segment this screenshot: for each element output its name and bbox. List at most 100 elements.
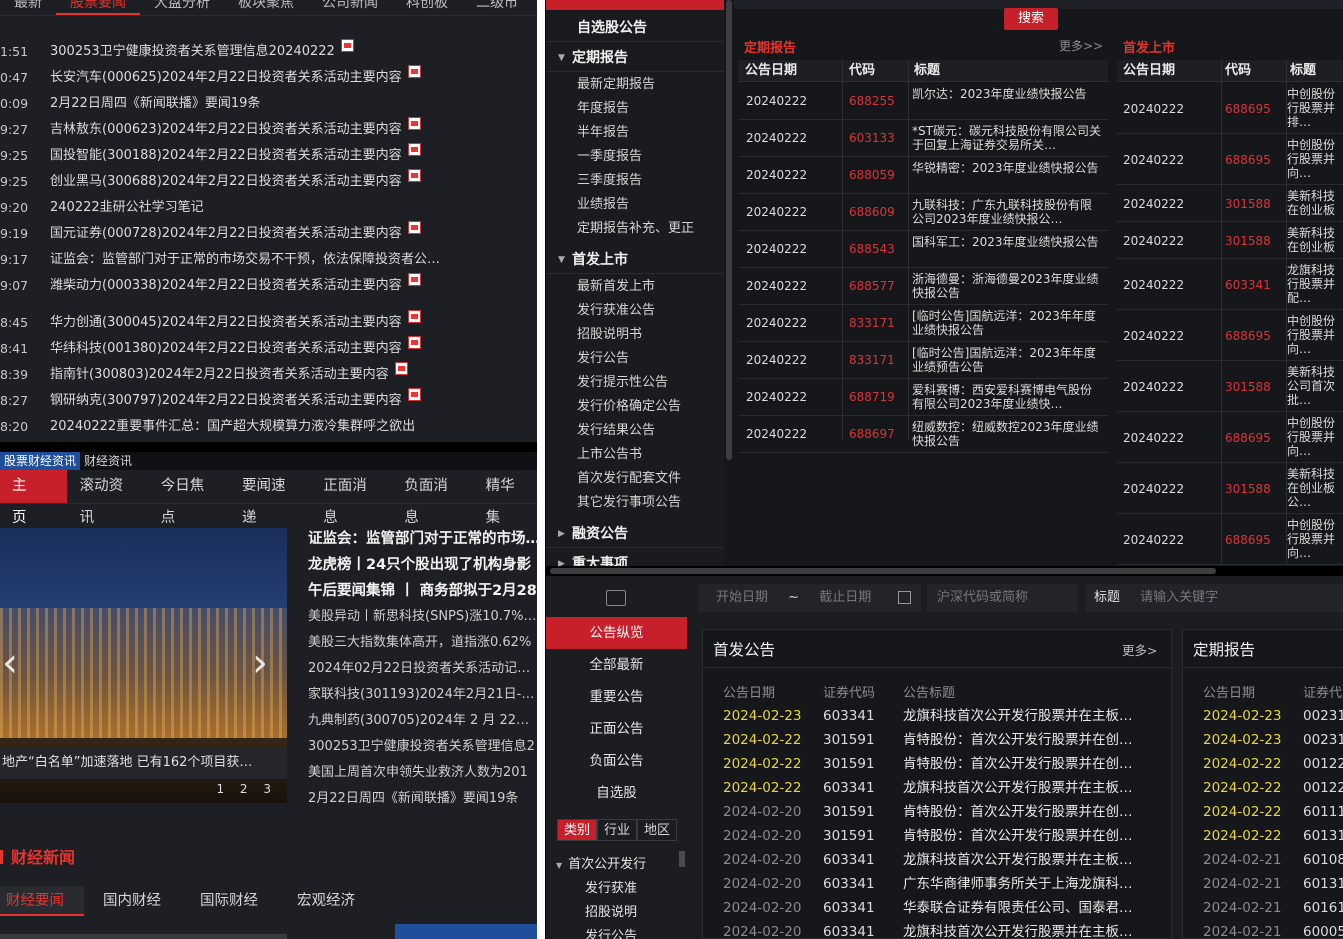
row-title[interactable]: [临时公告]国航远洋：2023年年度业绩预告公告 [912, 346, 1102, 375]
panel-scrollbar[interactable] [537, 452, 545, 939]
search-button[interactable]: 搜索 [1004, 8, 1058, 30]
row-code[interactable]: 301588 [1225, 482, 1271, 496]
news-tab[interactable]: 板块聚焦 [224, 0, 308, 15]
row-code[interactable]: 603341 [823, 872, 875, 896]
col-date[interactable]: 公告日期 [1123, 60, 1175, 82]
row-code[interactable]: 00231 [1303, 728, 1343, 752]
table-row[interactable]: 20240222 301588 美新科技公司首次批… [1117, 361, 1343, 412]
tree-item[interactable]: 发行公告 [585, 925, 637, 939]
tree-item[interactable]: 定期报告补充、更正 [577, 217, 694, 241]
news-title[interactable]: 2月22日周四《新闻联播》要闻19条 [50, 91, 260, 117]
tree-item[interactable]: 招股说明 [585, 901, 637, 920]
tree-item[interactable]: 最新首发上市 [577, 275, 655, 299]
row-code[interactable]: 603341 [823, 776, 875, 800]
tree-item[interactable]: 上市公告书 [577, 443, 642, 467]
row-title[interactable]: 龙旗科技首次公开发行股票并在主板… [903, 920, 1165, 939]
row-code[interactable]: 301588 [1225, 234, 1271, 248]
list-item[interactable]: 8:20 20240222重要事件汇总：国产超大规模算力液冷集群呼之欲出 [0, 414, 540, 440]
tree-item[interactable]: 发行结果公告 [577, 419, 655, 443]
table-row[interactable]: 20240222 301588 美新科技在创业板 [1117, 185, 1343, 222]
news-title[interactable]: 潍柴动力(000338)2024年2月22日投资者关系活动主要内容 [50, 273, 402, 299]
row-title[interactable]: 华泰联合证券有限责任公司、国泰君… [903, 896, 1165, 920]
keyword-field[interactable]: 标题 请输入关键字 [1086, 584, 1343, 612]
tree-item-announcement-home[interactable] [546, 0, 724, 10]
tree-section[interactable]: 自选股公告 [546, 14, 724, 42]
pdf-icon[interactable] [407, 143, 421, 156]
finance-subtab[interactable]: 宏观经济 [297, 886, 375, 916]
row-code[interactable]: 60161 [1303, 896, 1343, 920]
horizontal-scrollbar[interactable] [548, 566, 1343, 576]
finance-nav-item[interactable]: 要闻速递 [229, 470, 310, 526]
news-title[interactable]: 创业黑马(300688)2024年2月22日投资者关系活动主要内容 [50, 169, 402, 195]
more-link[interactable]: 更多> [1122, 640, 1157, 659]
list-item[interactable]: 9:19 国元证券(000728)2024年2月22日投资者关系活动主要内容 [0, 221, 540, 247]
tab-finance[interactable]: 财经资讯 [80, 452, 136, 470]
tree-item[interactable]: 招股说明书 [577, 323, 642, 347]
news-title[interactable]: 吉林敖东(000623)2024年2月22日投资者关系活动主要内容 [50, 117, 402, 143]
table-row[interactable]: 2024-02-20 603341 龙旗科技首次公开发行股票并在主板… [703, 920, 1173, 939]
tree-item[interactable]: 发行提示性公告 [577, 371, 668, 395]
table-row[interactable]: 20240222 688697 纽威数控：纽威数控2023年度业绩快报公告 [738, 416, 1108, 453]
tree-section[interactable]: ▼ 定期报告 [546, 44, 724, 72]
table-row[interactable]: 2024-02-20 603341 华泰联合证券有限责任公司、国泰君… [703, 896, 1173, 920]
table-row[interactable]: 2024-02-20 603341 龙旗科技首次公开发行股票并在主板… [703, 848, 1173, 872]
calendar-icon[interactable] [898, 591, 911, 604]
table-row[interactable]: 20240222 688719 爱科赛博：西安爱科赛博电气股份有限公司2023年度业… [738, 379, 1108, 416]
list-item[interactable]: 8:39 指南针(300803)2024年2月22日投资者关系活动主要内容 [0, 362, 540, 388]
row-title[interactable]: 华锐精密：2023年度业绩快报公告 [912, 161, 1102, 190]
row-code[interactable]: 688609 [849, 205, 895, 219]
side-menu-item[interactable]: 负面公告 [546, 745, 687, 777]
row-code[interactable]: 688695 [1225, 102, 1271, 116]
table-row[interactable]: 20240222 603341 龙旗科技行股票并配… [1117, 259, 1343, 310]
row-title[interactable]: 肯特股份：首次公开发行股票并在创… [903, 728, 1165, 752]
list-item[interactable]: 9:25 创业黑马(300688)2024年2月22日投资者关系活动主要内容 [0, 169, 540, 195]
table-row[interactable]: 20240222 301588 美新科技在创业板 [1117, 222, 1343, 259]
horizontal-scrollbar[interactable] [0, 934, 287, 939]
list-item[interactable]: 9:25 国投智能(300188)2024年2月22日投资者关系活动主要内容 [0, 143, 540, 169]
row-code[interactable]: 688695 [1225, 329, 1271, 343]
news-title[interactable]: 华力创通(300045)2024年2月22日投资者关系活动主要内容 [50, 310, 402, 336]
headline-bold[interactable]: 午后要闻集锦 丨 商务部拟于2月28 [308, 578, 540, 604]
row-title[interactable]: 美新科技公司首次批… [1287, 365, 1343, 410]
tab-stock-finance[interactable]: 股票财经资讯 [0, 452, 81, 470]
table-row[interactable]: 2024-02-20 301591 肯特股份：首次公开发行股票并在创… [703, 824, 1173, 848]
date-range-picker[interactable]: 开始日期 ~ 截止日期 [698, 584, 921, 612]
row-title[interactable]: 凯尔达：2023年度业绩快报公告 [912, 87, 1102, 116]
row-title[interactable]: 爱科赛博：西安爱科赛博电气股份有限公司2023年度业绩快… [912, 383, 1102, 412]
row-title[interactable]: 龙旗科技行股票并配… [1287, 263, 1343, 308]
row-code[interactable]: 688255 [849, 94, 895, 108]
table-row[interactable]: 2024-02-22 60131 [1183, 824, 1343, 848]
headline[interactable]: 九典制药(300705)2024年 2 月 22日投 [308, 708, 540, 734]
row-code[interactable]: 688577 [849, 279, 895, 293]
start-date-field[interactable]: 开始日期 [716, 590, 768, 605]
table-row[interactable]: 20240222 688059 华锐精密：2023年度业绩快报公告 [738, 157, 1108, 194]
row-title[interactable]: 肯特股份：首次公开发行股票并在创… [903, 752, 1165, 776]
chevron-left-icon[interactable]: ‹ [2, 643, 18, 683]
headline[interactable]: 2024年02月22日投资者关系活动记录表 [308, 656, 540, 682]
row-code[interactable]: 00122 [1303, 776, 1343, 800]
headline[interactable]: 家联科技(301193)2024年2月21日-2月 [308, 682, 540, 708]
pdf-icon[interactable] [407, 273, 421, 286]
list-item[interactable]: 9:20 240222韭研公社学习笔记 [0, 195, 540, 221]
row-code[interactable]: 301591 [823, 824, 875, 848]
hero-caption[interactable]: 地产“白名单”加速落地 已有162个项目获… [0, 747, 287, 779]
tree-item[interactable]: 发行获准 [585, 877, 637, 896]
table-row[interactable]: 2024-02-22 00122 [1183, 776, 1343, 800]
headline-bold[interactable]: 龙虎榜丨24只个股出现了机构身影 [308, 552, 540, 578]
row-title[interactable]: 中创股份行股票并向… [1287, 518, 1343, 563]
pdf-icon[interactable] [407, 169, 421, 182]
table-row[interactable]: 2024-02-20 301591 肯特股份：首次公开发行股票并在创… [703, 800, 1173, 824]
table-row[interactable]: 20240222 688695 中创股份行股票并向… [1117, 514, 1343, 565]
table-row[interactable]: 2024-02-23 00231 [1183, 728, 1343, 752]
headline[interactable]: 美国上周首次申领失业救济人数为201 [308, 760, 540, 786]
col-code[interactable]: 代码 [849, 60, 875, 82]
row-title[interactable]: 广东华商律师事务所关于上海龙旗科… [903, 872, 1165, 896]
row-code[interactable]: 60005 [1303, 920, 1343, 939]
row-code[interactable]: 60131 [1303, 824, 1343, 848]
table-row[interactable]: 2024-02-22 301591 肯特股份：首次公开发行股票并在创… [703, 752, 1173, 776]
row-code[interactable]: 603133 [849, 131, 895, 145]
row-title[interactable]: 肯特股份：首次公开发行股票并在创… [903, 800, 1165, 824]
table-row[interactable]: 2024-02-22 603341 龙旗科技首次公开发行股票并在主板… [703, 776, 1173, 800]
table-row[interactable]: 20240222 688695 中创股份行股票并向… [1117, 310, 1343, 361]
tree-item[interactable]: 三季度报告 [577, 169, 642, 193]
